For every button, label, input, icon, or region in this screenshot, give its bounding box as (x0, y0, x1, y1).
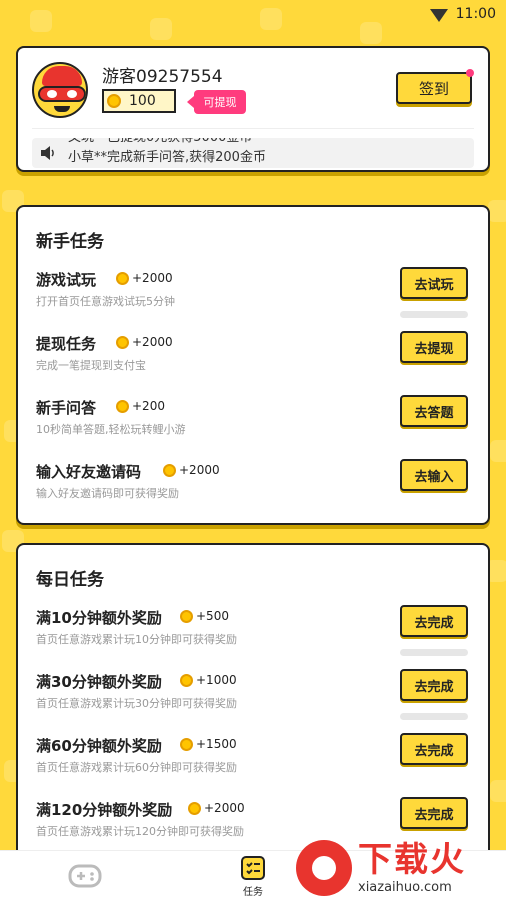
task-reward: +1000 (180, 673, 237, 687)
task-desc: 首页任意游戏累计玩120分钟即可获得奖励 (36, 825, 244, 838)
task-desc: 首页任意游戏累计玩60分钟即可获得奖励 (36, 761, 237, 774)
task-item: 提现任务 +2000 完成一笔提现到支付宝 去提现 (36, 331, 472, 389)
coin-balance: 100 (102, 89, 176, 113)
progress-bar (400, 713, 468, 720)
coin-icon (107, 94, 121, 108)
reward-amount: +500 (196, 609, 229, 623)
task-list-icon (241, 855, 265, 880)
complete-button[interactable]: 去完成 (400, 605, 468, 637)
coin-icon (188, 801, 201, 815)
task-name: 满30分钟额外奖励 (36, 673, 162, 691)
task-name: 提现任务 (36, 335, 97, 353)
task-item: 满10分钟额外奖励 +500 首页任意游戏累计玩10分钟即可获得奖励 去完成 (36, 605, 472, 663)
notification-dot (466, 69, 474, 77)
coin-icon (163, 463, 176, 477)
reward-amount: +200 (132, 399, 165, 413)
signin-button[interactable]: 签到 (396, 69, 474, 104)
watermark-cn: 下载火 (358, 839, 466, 880)
reward-amount: +2000 (132, 271, 173, 285)
task-item: 输入好友邀请码 +2000 输入好友邀请码即可获得奖励 去输入 (36, 459, 472, 517)
reward-amount: +2000 (132, 335, 173, 349)
task-desc: 10秒简单答题,轻松玩转鲤小游 (36, 423, 186, 436)
complete-button[interactable]: 去完成 (400, 797, 468, 829)
input-code-button[interactable]: 去输入 (400, 459, 468, 491)
task-item: 满60分钟额外奖励 +1500 首页任意游戏累计玩60分钟即可获得奖励 去完成 (36, 733, 472, 791)
coin-icon (180, 673, 193, 687)
task-name: 满10分钟额外奖励 (36, 609, 162, 627)
status-time: 11:00 (455, 6, 496, 22)
coin-icon (116, 399, 129, 413)
coin-icon (116, 271, 129, 285)
task-item: 新手问答 +200 10秒简单答题,轻松玩转鲤小游 去答题 (36, 395, 472, 453)
newbie-tasks-card: 新手任务 游戏试玩 +2000 打开首页任意游戏试玩5分钟 去试玩 提现任务 +… (16, 205, 490, 525)
task-name: 新手问答 (36, 399, 97, 417)
reward-amount: +2000 (204, 801, 245, 815)
signin-label: 签到 (418, 79, 449, 98)
task-reward: +200 (116, 399, 165, 413)
task-reward: +500 (180, 609, 229, 623)
nav-tasks-label: 任务 (243, 886, 263, 898)
withdraw-button[interactable]: 去提现 (400, 331, 468, 363)
complete-button[interactable]: 去完成 (400, 669, 468, 701)
task-reward: +1500 (180, 737, 237, 751)
section-title: 每日任务 (36, 570, 104, 590)
task-desc: 打开首页任意游戏试玩5分钟 (36, 295, 175, 308)
coin-amount: 100 (129, 93, 156, 109)
reward-amount: +1000 (196, 673, 237, 687)
task-desc: 首页任意游戏累计玩10分钟即可获得奖励 (36, 633, 237, 646)
nav-tasks[interactable]: 任务 (208, 851, 298, 900)
coin-icon (116, 335, 129, 349)
divider (32, 128, 474, 129)
task-item: 游戏试玩 +2000 打开首页任意游戏试玩5分钟 去试玩 (36, 267, 472, 325)
task-desc: 输入好友邀请码即可获得奖励 (36, 487, 179, 500)
progress-bar (400, 649, 468, 656)
status-bar: 11:00 (0, 0, 506, 28)
gamepad-icon (68, 864, 102, 888)
task-reward: +2000 (188, 801, 245, 815)
wifi-icon (429, 8, 448, 22)
withdraw-tag[interactable]: 可提现 (187, 90, 246, 114)
progress-bar (400, 311, 468, 318)
watermark: 下载火 xiazaihuo.com (296, 836, 506, 900)
reward-amount: +1500 (196, 737, 237, 751)
profile-card: 游客09257554 100 可提现 签到 文玩**已提现0元获得5000金币 … (16, 46, 490, 172)
task-reward: +2000 (116, 271, 173, 285)
task-desc: 首页任意游戏累计玩30分钟即可获得奖励 (36, 697, 237, 710)
section-title: 新手任务 (36, 232, 104, 252)
task-reward: +2000 (116, 335, 173, 349)
task-reward: +2000 (163, 463, 220, 477)
nav-games[interactable] (40, 851, 130, 900)
coin-icon (180, 609, 193, 623)
notice-ticker: 文玩**已提现0元获得5000金币 小草**完成新手问答,获得200金币 (32, 138, 474, 168)
reward-amount: +2000 (179, 463, 220, 477)
task-name: 输入好友邀请码 (36, 463, 142, 481)
notice-line: 小草**完成新手问答,获得200金币 (68, 150, 266, 165)
try-play-button[interactable]: 去试玩 (400, 267, 468, 299)
task-desc: 完成一笔提现到支付宝 (36, 359, 146, 372)
complete-button[interactable]: 去完成 (400, 733, 468, 765)
answer-button[interactable]: 去答题 (400, 395, 468, 427)
task-item: 满30分钟额外奖励 +1000 首页任意游戏累计玩30分钟即可获得奖励 去完成 (36, 669, 472, 727)
daily-tasks-card: 每日任务 满10分钟额外奖励 +500 首页任意游戏累计玩10分钟即可获得奖励 … (16, 543, 490, 863)
task-name: 游戏试玩 (36, 271, 97, 289)
avatar[interactable] (32, 62, 88, 118)
coin-icon (180, 737, 193, 751)
notice-line: 文玩**已提现0元获得5000金币 (68, 138, 266, 148)
speaker-icon (41, 146, 54, 160)
flame-logo-icon (296, 840, 352, 896)
username: 游客09257554 (102, 67, 223, 87)
watermark-en: xiazaihuo.com (358, 879, 452, 895)
task-name: 满120分钟额外奖励 (36, 801, 173, 819)
task-name: 满60分钟额外奖励 (36, 737, 162, 755)
